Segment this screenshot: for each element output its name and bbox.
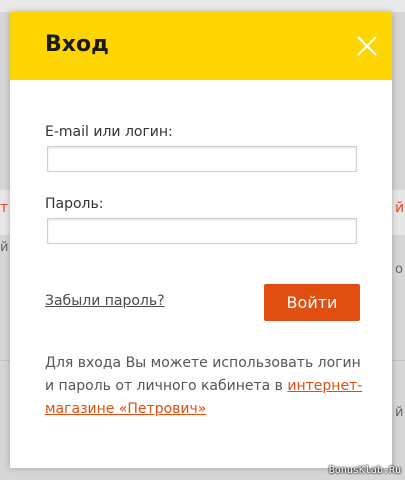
background-top-band (0, 0, 405, 12)
background-text-fragment: о (395, 262, 403, 277)
email-field[interactable] (47, 146, 357, 172)
email-label: E-mail или логин: (45, 124, 173, 140)
password-field[interactable] (47, 218, 357, 244)
modal-header: Вход (10, 12, 392, 80)
background-text-fragment: т (0, 200, 9, 216)
info-text: Для входа Вы можете использовать логин и… (45, 352, 365, 421)
background-text-fragment: й (0, 240, 9, 255)
login-modal: Вход E-mail или логин: Пароль: Забыли па… (10, 12, 392, 468)
login-button[interactable]: Войти (264, 284, 360, 321)
modal-title: Вход (45, 32, 109, 57)
password-label: Пароль: (45, 196, 104, 212)
close-x-icon (357, 36, 377, 56)
forgot-password-link[interactable]: Забыли пароль? (45, 293, 165, 309)
background-text-fragment: й (395, 405, 404, 420)
close-button[interactable] (354, 33, 380, 59)
background-text-fragment: й (395, 200, 405, 216)
watermark: BonusKlab.Ru (328, 465, 401, 476)
